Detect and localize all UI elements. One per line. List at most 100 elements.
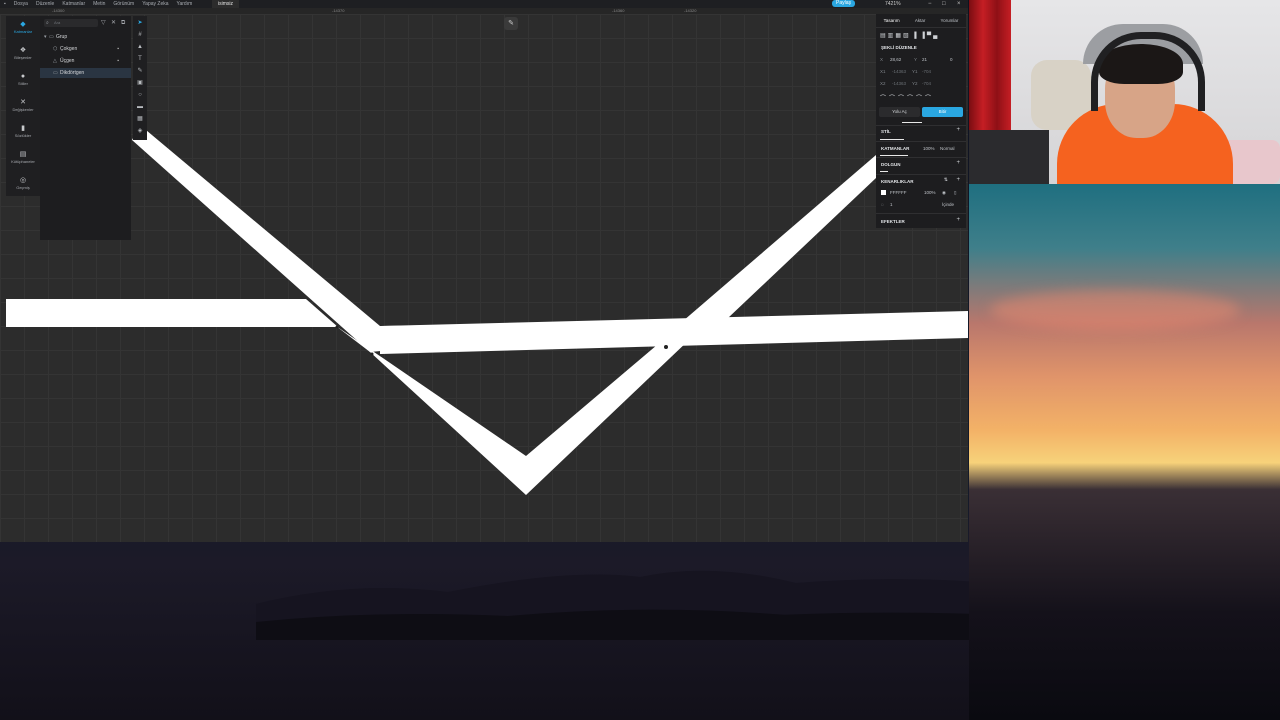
menu-file[interactable]: Dosya (14, 1, 28, 7)
layer-row-triangle[interactable]: △ Üçgen ▪ (40, 56, 131, 66)
text-tool-icon[interactable]: T (133, 54, 147, 64)
divider (876, 213, 966, 214)
align-toolbar[interactable]: ▤▥▦▧ ▌▐▀▄ (880, 32, 939, 39)
menu-text[interactable]: Metin (93, 1, 105, 7)
history-icon: ◎ (19, 177, 27, 184)
trash-icon[interactable]: ▯ (954, 190, 956, 196)
collapse-icon[interactable]: ✕ (111, 19, 116, 27)
rail-components[interactable]: ❖ Bileşenler (6, 46, 40, 60)
menu-help[interactable]: Yardım (177, 1, 193, 7)
minimize-icon[interactable]: − (928, 0, 932, 8)
menu-view[interactable]: Görünüm (113, 1, 134, 7)
design-app-window: ▪ Dosya Düzenle Katmanlar Metin Görünüm … (0, 0, 968, 542)
fill-slider[interactable] (880, 171, 888, 172)
rail-history[interactable]: ◎ Geçmiş (6, 176, 40, 190)
x-input[interactable]: 28,62 (890, 57, 901, 62)
y1-label: Y1 (912, 69, 918, 74)
layer-row-polygon[interactable]: ⬡ Çokgen ▪ (40, 44, 131, 54)
vertex-handle[interactable] (370, 352, 374, 356)
zoom-level[interactable]: 7421% (885, 0, 901, 8)
y2-input[interactable]: -704 (922, 81, 931, 86)
lock-icon[interactable]: ▪ (117, 44, 119, 54)
curve-type-buttons[interactable]: ⌒⌒⌒⌒⌒⌒ (880, 93, 934, 102)
stroke-color-hex[interactable]: FFFFFF (890, 190, 907, 195)
pen-edit-icon[interactable]: ✎ (504, 17, 518, 30)
x1-input[interactable]: -14363 (892, 69, 906, 74)
rectangle-shape-left[interactable] (6, 299, 338, 327)
x2-input[interactable]: -14363 (892, 81, 906, 86)
menu-edit[interactable]: Düzenle (36, 1, 54, 7)
styles-icon: ● (20, 73, 26, 80)
layer-row-rectangle[interactable]: ▭ Dikdörtgen (40, 68, 131, 78)
eye-icon[interactable]: ◉ (942, 190, 946, 196)
stroke-position-select[interactable]: İçinde (942, 202, 954, 207)
add-layer-icon[interactable]: ⧉ (121, 19, 125, 27)
rail-dictionary[interactable]: ▮ Sözlükler (6, 124, 40, 138)
menu-layers[interactable]: Katmanlar (62, 1, 85, 7)
layers-icon: ◆ (20, 21, 26, 28)
divider (876, 141, 966, 142)
image-tool-icon[interactable]: ▣ (133, 78, 147, 88)
style-slider[interactable] (880, 139, 904, 140)
triangle-icon: △ (53, 58, 57, 64)
blend-mode-select[interactable]: Normal (940, 146, 955, 151)
menu-ai[interactable]: Yapay Zeka (142, 1, 168, 7)
tab-export[interactable]: Aktar (915, 16, 926, 26)
layers-search-input[interactable]: ⌕ Ara (44, 19, 98, 27)
tool-strip: ➤ # ▲ T ✎ ▣ ○ ▬ ▦ ◈ (133, 16, 147, 140)
stroke-color-swatch[interactable] (881, 190, 886, 195)
sunset-wallpaper (969, 184, 1280, 720)
panel-tabs: Tasarım Aktar Yorumlar (876, 16, 966, 26)
tab-design[interactable]: Tasarım (884, 16, 900, 26)
layers-panel: ⌕ Ara ▽ ✕ ⧉ ▾ ▭ Grup ⬡ Çokgen ▪ △ Üçgen ▪… (40, 16, 131, 240)
x2-label: X2 (880, 81, 886, 86)
grid-tool-icon[interactable]: ▦ (133, 114, 147, 124)
rail-styles[interactable]: ● Stiller (6, 72, 40, 86)
radius-input[interactable]: 0 (950, 57, 953, 62)
add-fill-icon[interactable]: + (956, 160, 960, 166)
dictionary-icon: ▮ (21, 125, 25, 132)
open-path-button[interactable]: Yolu Aç (879, 107, 920, 117)
share-button[interactable]: Paylaş (832, 0, 856, 7)
layer-row-group[interactable]: ▾ ▭ Grup (40, 32, 131, 42)
app-logo-icon[interactable]: ▪ (4, 1, 6, 7)
rail-library[interactable]: ▤ Kütüphaneler (6, 150, 40, 164)
move-tool-icon[interactable]: ➤ (133, 18, 147, 28)
add-effect-icon[interactable]: + (956, 217, 960, 223)
rectangle-icon: ▭ (53, 70, 58, 76)
line-tool-icon[interactable]: ▬ (133, 102, 147, 112)
maximize-icon[interactable]: □ (942, 0, 946, 8)
frame-tool-icon[interactable]: # (133, 30, 147, 40)
desk (969, 130, 1049, 184)
effects-heading: EFEKTLER (881, 219, 905, 224)
tab-comments[interactable]: Yorumlar (941, 16, 959, 26)
add-stroke-icon[interactable]: + (956, 177, 960, 183)
plugin-tool-icon[interactable]: ◈ (133, 126, 147, 136)
y-input[interactable]: 21 (922, 57, 927, 62)
vertex-handle[interactable] (664, 345, 668, 349)
layer-opacity[interactable]: 100% (923, 146, 935, 151)
lock-icon[interactable]: ▪ (117, 56, 119, 66)
rail-variables[interactable]: ✕ Değişkenler (6, 98, 40, 112)
document-tab[interactable]: isimsiz (212, 0, 239, 8)
ruler-mark: -14360 (612, 8, 625, 13)
divider (876, 125, 966, 126)
stroke-width-input[interactable]: 1 (890, 202, 893, 207)
shape-tool-icon[interactable]: ▲ (133, 42, 147, 52)
stroke-settings-icon[interactable]: ⇅ (944, 177, 948, 183)
left-rail: ◆ Katmanlar ❖ Bileşenler ● Stiller ✕ Değişke… (6, 16, 40, 196)
rail-layers[interactable]: ◆ Katmanlar (6, 20, 40, 34)
ellipse-tool-icon[interactable]: ○ (133, 90, 147, 100)
done-button[interactable]: Bitir (922, 107, 963, 117)
pen-tool-icon[interactable]: ✎ (133, 66, 147, 76)
ruler-mark: -14320 (684, 8, 697, 13)
stroke-opacity[interactable]: 100% (924, 190, 936, 195)
filter-icon[interactable]: ▽ (101, 19, 106, 27)
vertex-handle[interactable] (335, 325, 339, 329)
layer-slider[interactable] (880, 155, 908, 156)
y1-input[interactable]: -704 (922, 69, 931, 74)
add-style-icon[interactable]: + (956, 127, 960, 133)
close-icon[interactable]: × (957, 0, 961, 8)
headphones (1091, 32, 1205, 111)
search-icon: ⌕ (46, 20, 49, 26)
